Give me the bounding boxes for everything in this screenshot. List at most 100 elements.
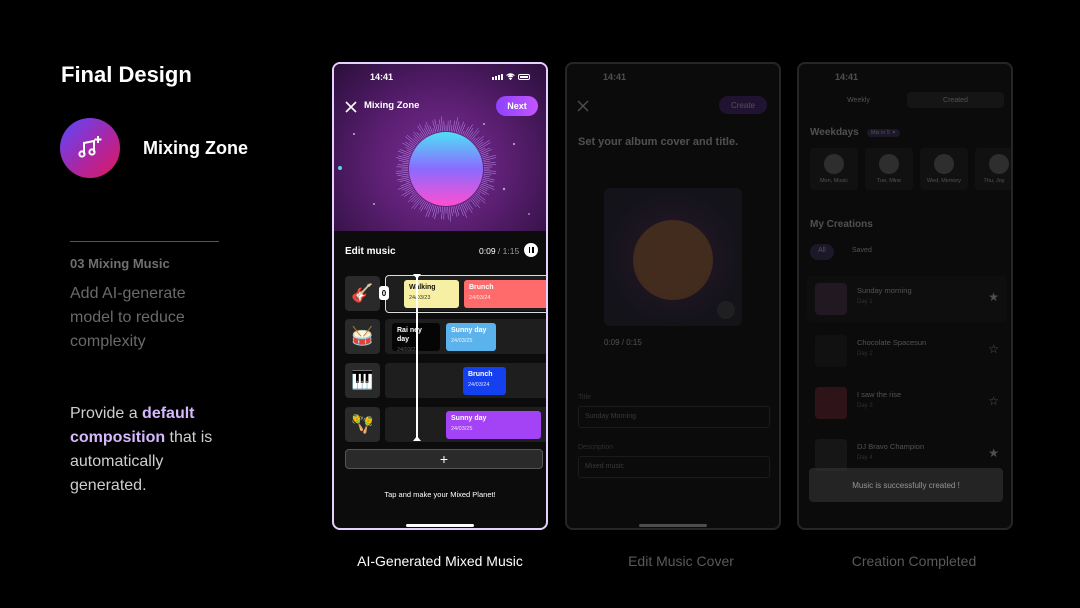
planet-ray [452,120,456,132]
planet-ray [473,136,480,143]
planet-ray [443,206,445,220]
planet-ray [413,196,420,203]
selection-handle[interactable]: 0 [379,286,389,300]
playhead-bottom-marker [413,436,421,441]
planet-ray [402,162,409,165]
clip-brunch-piano[interactable]: Brunch 24/03/24 [463,367,506,395]
planet-ray [480,149,492,155]
tab-weekly[interactable]: Weekly [810,92,907,108]
planet-ray [483,160,491,163]
weekday-tile[interactable]: Mon, Music [810,148,858,190]
piano-icon[interactable]: 🎹 [345,363,380,398]
planet-ray [463,202,469,211]
caption-main: AI-Generated Mixed Music [357,553,523,569]
status-bar: 14:41 [334,72,546,86]
weekday-tile[interactable]: Tue, Mine [865,148,913,190]
next-button[interactable]: Next [496,96,538,116]
maracas-icon[interactable]: 🪇 [345,407,380,442]
album-cover[interactable] [604,188,742,326]
description-label: Description [578,444,614,451]
creation-row[interactable]: Chocolate Spacesun Day 2 ☆ [807,328,1007,374]
planet-ray [449,206,451,222]
title-field[interactable]: Sunday Morning [578,406,770,428]
creation-row[interactable]: Sunday morning Day 1 ★ [807,276,1007,322]
planet-ray [470,197,481,209]
planet-ray [406,134,418,145]
planet-ray [483,162,496,165]
playhead-top-marker [413,274,421,279]
page-title: Final Design [61,62,192,87]
music-note-plus-icon [60,118,120,178]
divider [70,241,219,242]
track-lane-drum[interactable]: Rai ney day 24/03/22 Sunny day 24/03/25 [385,319,546,354]
tap-instruction: Tap and make your Mixed Planet! [384,490,496,499]
edit-music-title: Edit music [345,246,396,257]
guitar-icon[interactable]: 🎸 [345,276,380,311]
create-button[interactable]: Create [719,96,767,114]
planet-ray [431,205,435,212]
planet-ray [405,180,410,183]
planet-ray [447,206,449,220]
planet-ray [483,172,496,174]
planet-ray [476,141,484,147]
home-indicator [406,524,474,527]
feature-name: Mixing Zone [143,138,248,158]
planet-ray [441,206,443,220]
creation-row[interactable]: I saw the rise Day 3 ☆ [807,380,1007,426]
home-indicator [639,524,707,527]
planet-ray [404,186,413,192]
planet-ray [396,172,409,174]
weekdays-badge: Mix in 5 ✦ [867,129,901,137]
provide-text: Provide a default composition that is au… [70,405,213,494]
signal-icon [492,73,503,80]
planet-ray [483,175,490,178]
planet-ray [480,185,489,190]
planet-ray [459,121,464,134]
planet-ray [474,193,486,204]
planet-ray [441,116,443,132]
planet-ray [401,185,412,191]
weekday-tile[interactable]: Wed, Memory [920,148,968,190]
drum-icon[interactable]: 🥁 [345,319,380,354]
planet-ray [408,142,416,147]
close-icon[interactable] [577,100,589,112]
planet-ray [413,137,419,143]
planet-ray [406,150,412,153]
filter-chip-saved[interactable]: Saved [844,244,880,260]
planet-ray [400,182,411,187]
planet-ray [476,191,481,194]
creation-completed-screen: 14:41 Weekly Created Weekdays Mix in 5 ✦… [797,62,1013,530]
planet-ray [469,128,479,140]
star-icon: ☆ [988,394,999,408]
planet-ray [483,164,496,166]
planet-ray [439,206,442,213]
tab-created[interactable]: Created [907,92,1004,108]
description-field[interactable]: Mixed music [578,456,770,478]
weekday-tile[interactable]: Thu, Joy [975,148,1011,190]
planet-ray [405,147,413,152]
clip-sunny-day-maracas[interactable]: Sunny day 24/03/25 [446,411,541,439]
planet-ray [424,202,429,210]
star-icon: ☆ [988,342,999,356]
planet-ray [398,160,409,163]
status-bar: 14:41 [835,72,859,82]
track-lane-piano[interactable]: Brunch 24/03/24 [385,363,546,398]
clip-sunny-day[interactable]: Sunny day 24/03/25 [446,323,496,351]
add-track-button[interactable]: + [345,449,543,469]
step-label: 03 Mixing Music [70,256,170,271]
pause-button[interactable] [524,243,538,257]
planet-ray [462,203,468,213]
planet-ray [424,124,430,135]
planet-ray [468,131,474,139]
planet-ray [459,204,464,216]
planet-ray [401,175,409,178]
planet-ray [437,124,440,132]
title-label: Title [578,394,591,401]
planet-ray [432,128,435,133]
playhead[interactable] [416,277,418,440]
planet-ray [454,117,459,133]
filter-chip-all[interactable]: All [810,244,834,260]
track-lane-maracas[interactable]: Sunny day 24/03/25 [385,407,546,442]
close-icon[interactable] [344,100,358,114]
edit-cover-screen: 14:41 Create Set your album cover and ti… [565,62,781,530]
